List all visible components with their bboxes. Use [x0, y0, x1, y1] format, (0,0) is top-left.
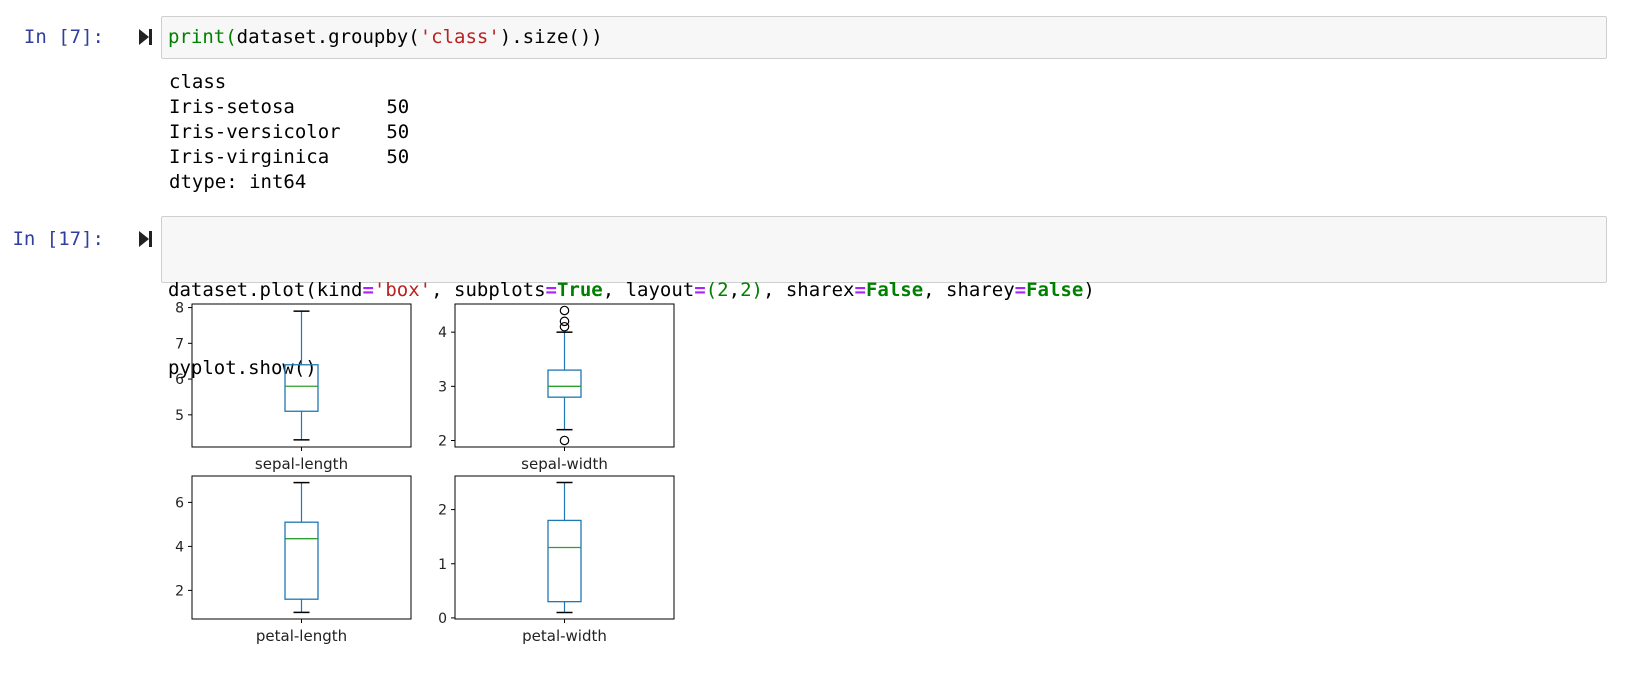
y-tick-label: 2: [175, 583, 184, 599]
box: [547, 369, 582, 398]
x-tick-label: sepal-length: [255, 455, 348, 473]
code-token: 2: [717, 279, 729, 301]
code-token: print: [168, 26, 226, 48]
code-token: dataset.groupby(: [236, 26, 420, 48]
code-line: dataset.plot(kind='box', subplots=True, …: [168, 277, 1600, 303]
y-tick-label: 1: [438, 557, 447, 573]
output-line: Iris-virginica 50: [169, 146, 410, 168]
y-tick-label: 7: [175, 336, 184, 352]
y-tick-label: 0: [438, 611, 447, 627]
code-token: dataset.plot(kind: [168, 279, 363, 301]
code-token: 'class': [419, 26, 500, 48]
y-tick-label: 6: [175, 495, 184, 511]
code-token: =: [854, 279, 866, 301]
outlier-point: [559, 305, 570, 316]
code-token: ): [751, 279, 763, 301]
code-token: True: [556, 279, 603, 301]
cell-prompt: In [17]:: [12, 228, 104, 250]
code-token: =: [694, 279, 706, 301]
code-cell-input[interactable]: dataset.plot(kind='box', subplots=True, …: [161, 216, 1607, 379]
x-tick-label: petal-width: [522, 627, 607, 645]
output-line: Iris-setosa 50: [169, 96, 410, 118]
y-tick-label: 4: [438, 325, 447, 341]
box: [547, 519, 582, 603]
code-token: , layout: [602, 279, 695, 301]
cell-output: class Iris-setosa 50 Iris-versicolor 50 Iri…: [169, 70, 409, 195]
y-tick-label: 4: [175, 539, 184, 555]
code-token: 2: [740, 279, 752, 301]
code-token: , subplots: [431, 279, 546, 301]
code-token: =: [362, 279, 374, 301]
boxplot-figure: 5 6 7 8 sepal-length 2 3 4 sepal-width 2 4 6 petal-l…: [160, 301, 700, 666]
x-tick-label: petal-length: [256, 627, 347, 645]
code-token: False: [1026, 279, 1084, 301]
code-token: 'box': [373, 279, 432, 301]
box: [284, 364, 319, 412]
code-token: =: [545, 279, 557, 301]
run-cell-icon[interactable]: [138, 28, 154, 46]
code-token: ,: [728, 279, 741, 301]
x-tick-label: sepal-width: [521, 455, 608, 473]
outlier-point: [559, 435, 570, 446]
y-tick-label: 6: [175, 372, 184, 388]
code-token: , sharey: [923, 279, 1015, 301]
box: [284, 521, 319, 600]
y-tick-label: 2: [438, 434, 447, 450]
code-cell-input[interactable]: print(dataset.groupby('class').size()): [161, 16, 1607, 59]
y-tick-label: 2: [438, 503, 447, 519]
output-line: Iris-versicolor 50: [169, 121, 410, 143]
output-line: class: [169, 71, 227, 93]
code-token: False: [865, 279, 924, 301]
y-tick-label: 5: [175, 408, 184, 424]
y-tick-label: 8: [175, 302, 184, 317]
run-cell-icon[interactable]: [138, 230, 154, 248]
code-token: ): [1083, 279, 1095, 301]
code-token: (: [225, 26, 237, 48]
code-token: (: [705, 279, 718, 301]
y-tick-label: 3: [438, 379, 447, 395]
code-token: =: [1014, 279, 1027, 301]
output-line: dtype: int64: [169, 171, 307, 193]
code-token: ).size()): [499, 26, 603, 48]
cell-prompt: In [7]:: [23, 26, 104, 48]
code-token: , sharex: [762, 279, 855, 301]
outlier-point: [559, 316, 570, 327]
